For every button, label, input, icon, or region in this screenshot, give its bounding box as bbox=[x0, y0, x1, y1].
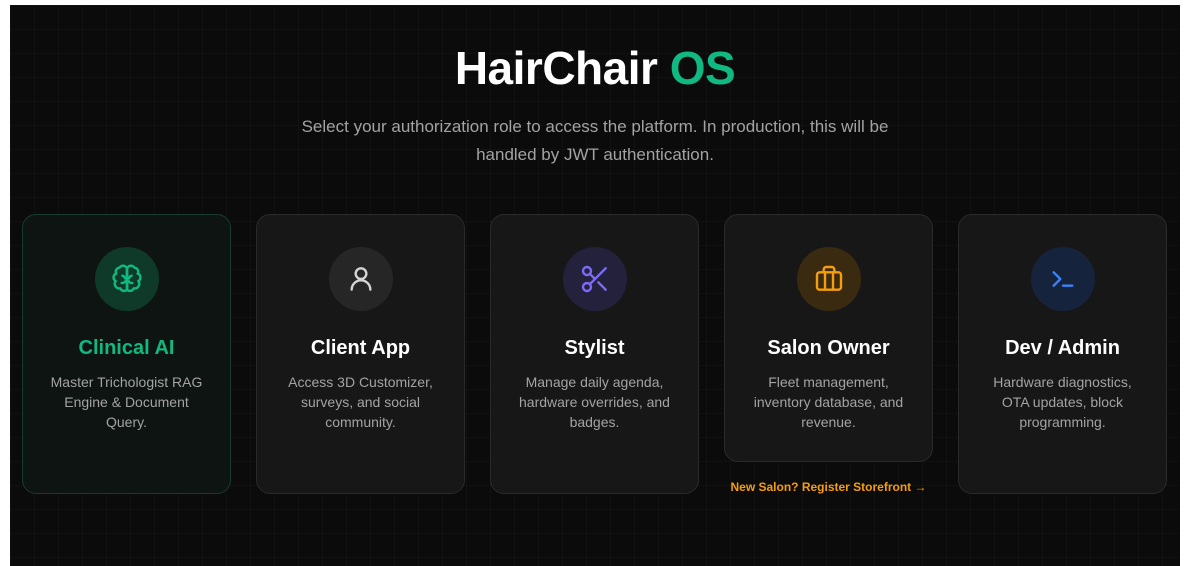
brain-icon bbox=[95, 247, 159, 311]
role-card-stylist[interactable]: Stylist Manage daily agenda, hardware ov… bbox=[490, 214, 699, 494]
role-title: Client App bbox=[310, 337, 411, 359]
role-title: Stylist bbox=[564, 337, 625, 359]
role-title: Clinical AI bbox=[78, 337, 175, 359]
page-subtitle: Select your authorization role to access… bbox=[301, 117, 889, 164]
user-icon bbox=[329, 247, 393, 311]
role-card-salon-owner[interactable]: Salon Owner Fleet management, inventory … bbox=[724, 214, 933, 462]
role-description: Hardware diagnostics, OTA updates, block… bbox=[993, 374, 1132, 430]
role-description: Fleet management, inventory database, an… bbox=[753, 374, 904, 430]
role-title: Dev / Admin bbox=[1005, 337, 1120, 359]
role-card-client-app[interactable]: Client App Access 3D Customizer, surveys… bbox=[256, 214, 465, 494]
role-description: Manage daily agenda, hardware overrides,… bbox=[519, 374, 670, 430]
scissors-icon bbox=[563, 247, 627, 311]
role-title: Salon Owner bbox=[767, 337, 890, 359]
title-accent: OS bbox=[669, 42, 736, 94]
role-description: Access 3D Customizer, surveys, and socia… bbox=[288, 374, 433, 430]
briefcase-icon bbox=[797, 247, 861, 311]
terminal-icon bbox=[1031, 247, 1095, 311]
login-screen: HairChair OS Select your authorization r… bbox=[10, 5, 1180, 566]
register-storefront-link[interactable]: New Salon? Register Storefront → bbox=[724, 480, 933, 494]
title-main: HairChair bbox=[454, 42, 658, 94]
role-description: Master Trichologist RAG Engine & Documen… bbox=[50, 374, 203, 430]
page-title: HairChair OS bbox=[10, 41, 1180, 95]
role-card-clinical-ai[interactable]: Clinical AI Master Trichologist RAG Engi… bbox=[22, 214, 231, 494]
role-card-dev-admin[interactable]: Dev / Admin Hardware diagnostics, OTA up… bbox=[958, 214, 1167, 494]
